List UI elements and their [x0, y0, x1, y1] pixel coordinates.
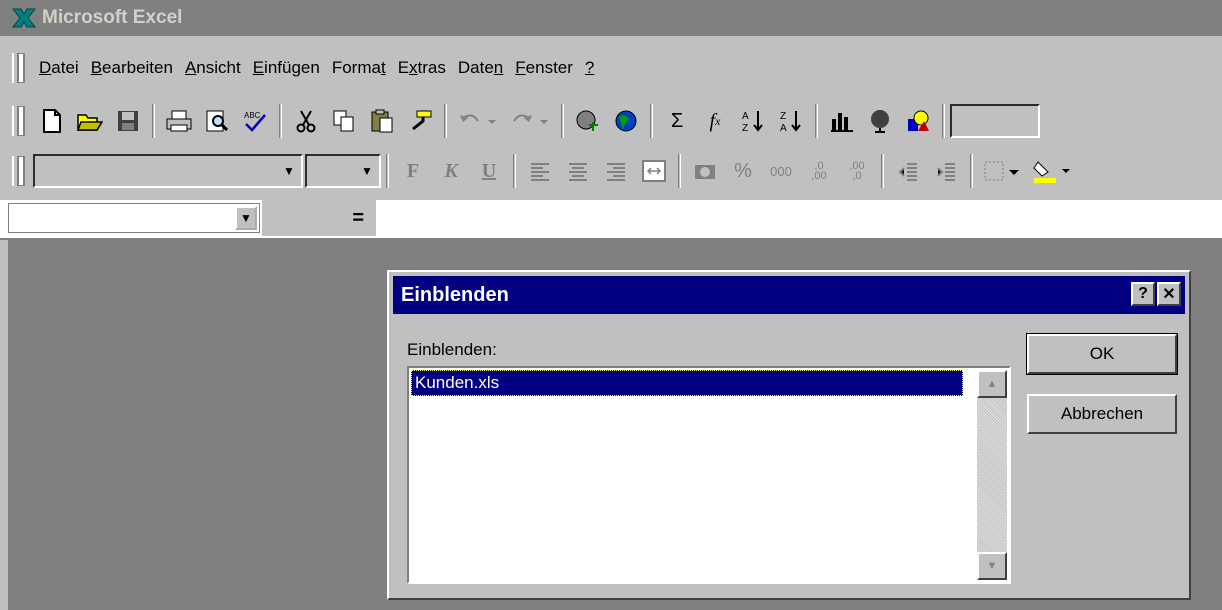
- toolbar-separator: [970, 154, 973, 188]
- toolbar-separator: [444, 104, 447, 138]
- list-item[interactable]: Kunden.xls: [411, 370, 963, 396]
- dialog-title: Einblenden: [401, 283, 509, 306]
- increase-decimal-icon[interactable]: ,0,00: [803, 155, 835, 187]
- menu-fenster[interactable]: Fenster: [509, 54, 579, 82]
- menu-datei[interactable]: Datei: [33, 54, 85, 82]
- svg-text:Z: Z: [742, 123, 748, 133]
- workbook-listbox[interactable]: Kunden.xls ▲ ▼: [407, 366, 1011, 584]
- increase-indent-icon[interactable]: [930, 155, 962, 187]
- percent-icon[interactable]: %: [727, 155, 759, 187]
- menu-help[interactable]: ?: [579, 54, 600, 82]
- toolbar-grip[interactable]: [12, 156, 19, 186]
- menu-format[interactable]: Forma t: [326, 54, 392, 82]
- open-folder-icon[interactable]: [74, 105, 106, 137]
- sort-descending-icon[interactable]: ZA: [775, 105, 807, 137]
- cut-scissors-icon[interactable]: [290, 105, 322, 137]
- align-center-icon[interactable]: [562, 155, 594, 187]
- menu-bar: Datei Bearbeiten Ansicht Einfügen Forma t…: [0, 48, 1222, 88]
- standard-toolbar: ABC Σ fx AZ ZA: [0, 98, 1222, 144]
- align-left-icon[interactable]: [524, 155, 556, 187]
- decrease-decimal-icon[interactable]: ,00,0: [841, 155, 873, 187]
- copy-icon[interactable]: [328, 105, 360, 137]
- menu-extras[interactable]: Ex tras: [392, 54, 452, 82]
- menu-bearbeiten[interactable]: Bearbeiten: [85, 54, 179, 82]
- bold-icon[interactable]: F: [397, 155, 429, 187]
- map-icon[interactable]: [864, 105, 896, 137]
- equals-label: =: [352, 206, 364, 229]
- merge-center-icon[interactable]: [638, 155, 670, 187]
- dialog-title-bar[interactable]: Einblenden ? ✕: [393, 276, 1185, 314]
- svg-text:A: A: [780, 123, 787, 133]
- save-disk-icon[interactable]: [112, 105, 144, 137]
- zoom-combo[interactable]: [950, 104, 1040, 138]
- drawing-icon[interactable]: [902, 105, 934, 137]
- app-title-bar[interactable]: Microsoft Excel: [0, 0, 1222, 36]
- ok-button[interactable]: OK: [1026, 333, 1178, 375]
- formula-equals-button[interactable]: =: [262, 200, 376, 236]
- menu-grip[interactable]: [12, 53, 19, 83]
- chart-wizard-icon[interactable]: [826, 105, 858, 137]
- svg-text:ABC: ABC: [244, 111, 261, 120]
- toolbar-separator: [152, 104, 155, 138]
- menu-einfuegen[interactable]: Einfügen: [247, 54, 326, 82]
- toolbar-separator: [279, 104, 282, 138]
- function-wizard-icon[interactable]: fx: [699, 105, 731, 137]
- chevron-down-icon[interactable]: ▼: [277, 156, 301, 186]
- autosum-sigma-icon[interactable]: Σ: [661, 105, 693, 137]
- thousands-separator-icon[interactable]: 000: [765, 155, 797, 187]
- align-right-icon[interactable]: [600, 155, 632, 187]
- chevron-down-icon[interactable]: ▼: [355, 156, 379, 186]
- close-button[interactable]: ✕: [1157, 282, 1181, 306]
- insert-hyperlink-icon[interactable]: [572, 105, 604, 137]
- new-document-icon[interactable]: [36, 105, 68, 137]
- underline-icon[interactable]: U: [473, 155, 505, 187]
- unhide-dialog: Einblenden ? ✕ Einblenden: Kunden.xls ▲ …: [387, 270, 1191, 600]
- currency-icon[interactable]: [689, 155, 721, 187]
- toolbar-separator: [561, 104, 564, 138]
- toolbar-separator: [815, 104, 818, 138]
- print-icon[interactable]: [163, 105, 195, 137]
- cancel-button[interactable]: Abbrechen: [1027, 394, 1177, 434]
- menu-ansicht[interactable]: Ansicht: [179, 54, 247, 82]
- decrease-indent-icon[interactable]: [892, 155, 924, 187]
- spelling-check-icon[interactable]: ABC: [239, 105, 271, 137]
- svg-text:A: A: [742, 111, 749, 122]
- list-label: Einblenden:: [407, 340, 497, 359]
- redo-icon[interactable]: [507, 105, 553, 137]
- formula-bar: ▼ =: [0, 200, 1222, 240]
- toolbar-grip[interactable]: [12, 106, 19, 136]
- help-icon: ?: [1138, 285, 1148, 302]
- name-box[interactable]: ▼: [8, 203, 260, 233]
- toolbar-separator: [881, 154, 884, 188]
- undo-icon[interactable]: [455, 105, 501, 137]
- toolbar-separator: [942, 104, 945, 138]
- print-preview-icon[interactable]: [201, 105, 233, 137]
- svg-text:Z: Z: [780, 111, 786, 122]
- menu-daten[interactable]: Date n: [452, 54, 509, 82]
- help-button[interactable]: ?: [1131, 282, 1155, 306]
- web-toolbar-globe-icon[interactable]: [610, 105, 642, 137]
- font-name-combo[interactable]: ▼: [33, 154, 303, 188]
- toolbar-separator: [678, 154, 681, 188]
- toolbar-separator: [513, 154, 516, 188]
- format-painter-icon[interactable]: [404, 105, 436, 137]
- font-size-combo[interactable]: ▼: [305, 154, 381, 188]
- app-title: Microsoft Excel: [42, 7, 183, 28]
- listbox-scrollbar[interactable]: ▲ ▼: [977, 370, 1007, 580]
- chevron-down-icon[interactable]: ▼: [235, 206, 257, 230]
- italic-icon[interactable]: K: [435, 155, 467, 187]
- excel-x-icon[interactable]: [10, 5, 38, 31]
- close-icon: ✕: [1162, 286, 1176, 303]
- fill-color-icon[interactable]: [1031, 155, 1071, 187]
- paste-clipboard-icon[interactable]: [366, 105, 398, 137]
- formatting-toolbar: ▼ ▼ F K U % 000 ,0,00 ,00,0: [0, 148, 1222, 194]
- borders-icon[interactable]: [981, 155, 1025, 187]
- scroll-up-icon[interactable]: ▲: [977, 370, 1007, 398]
- toolbar-separator: [386, 154, 389, 188]
- scroll-down-icon[interactable]: ▼: [977, 552, 1007, 580]
- toolbar-separator: [650, 104, 653, 138]
- sort-ascending-icon[interactable]: AZ: [737, 105, 769, 137]
